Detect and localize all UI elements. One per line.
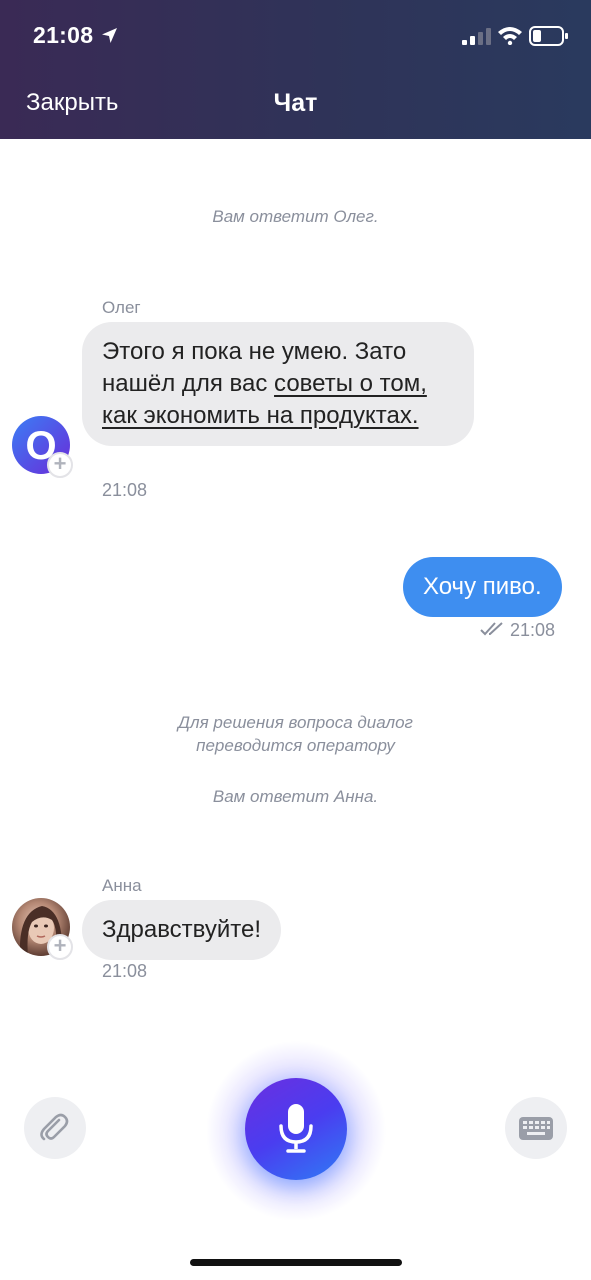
keyboard-icon bbox=[519, 1117, 553, 1140]
sender-name: Олег bbox=[102, 298, 141, 317]
message-time: 21:08 bbox=[102, 961, 148, 981]
read-checkmarks-icon bbox=[480, 622, 503, 636]
page-title: Чат bbox=[273, 89, 318, 117]
battery-icon bbox=[529, 26, 568, 46]
add-contact-icon[interactable]: + bbox=[47, 934, 73, 960]
location-arrow-icon bbox=[102, 28, 117, 43]
chat-header: 21:08 Закрыть Чат bbox=[0, 0, 591, 139]
paperclip-icon bbox=[40, 1113, 69, 1141]
attach-button[interactable] bbox=[24, 1097, 86, 1159]
message-time: 21:08 bbox=[510, 620, 556, 640]
cellular-signal-icon bbox=[462, 28, 491, 45]
message-bubble: Здравствуйте! bbox=[82, 900, 282, 960]
system-message: Вам ответит Анна. bbox=[212, 787, 379, 806]
keyboard-button[interactable] bbox=[505, 1097, 567, 1159]
add-contact-icon[interactable]: + bbox=[47, 452, 73, 478]
message-text: Здравствуйте! bbox=[102, 916, 262, 943]
system-message: Вам ответит Олег. bbox=[212, 207, 379, 226]
message-bubble: Этого я пока не умею. Зато нашёл для вас… bbox=[82, 322, 474, 446]
voice-input-button[interactable] bbox=[245, 1078, 347, 1180]
microphone-icon bbox=[279, 1104, 313, 1153]
home-indicator[interactable] bbox=[190, 1259, 402, 1266]
message-time: 21:08 bbox=[102, 480, 148, 500]
system-message: Для решения вопроса диалог переводится о… bbox=[178, 713, 413, 755]
wifi-icon bbox=[498, 27, 522, 45]
sender-name: Анна bbox=[102, 876, 142, 895]
status-time: 21:08 bbox=[33, 22, 94, 48]
message-text: Хочу пиво. bbox=[423, 573, 542, 600]
user-message-bubble: Хочу пиво. bbox=[403, 557, 562, 617]
